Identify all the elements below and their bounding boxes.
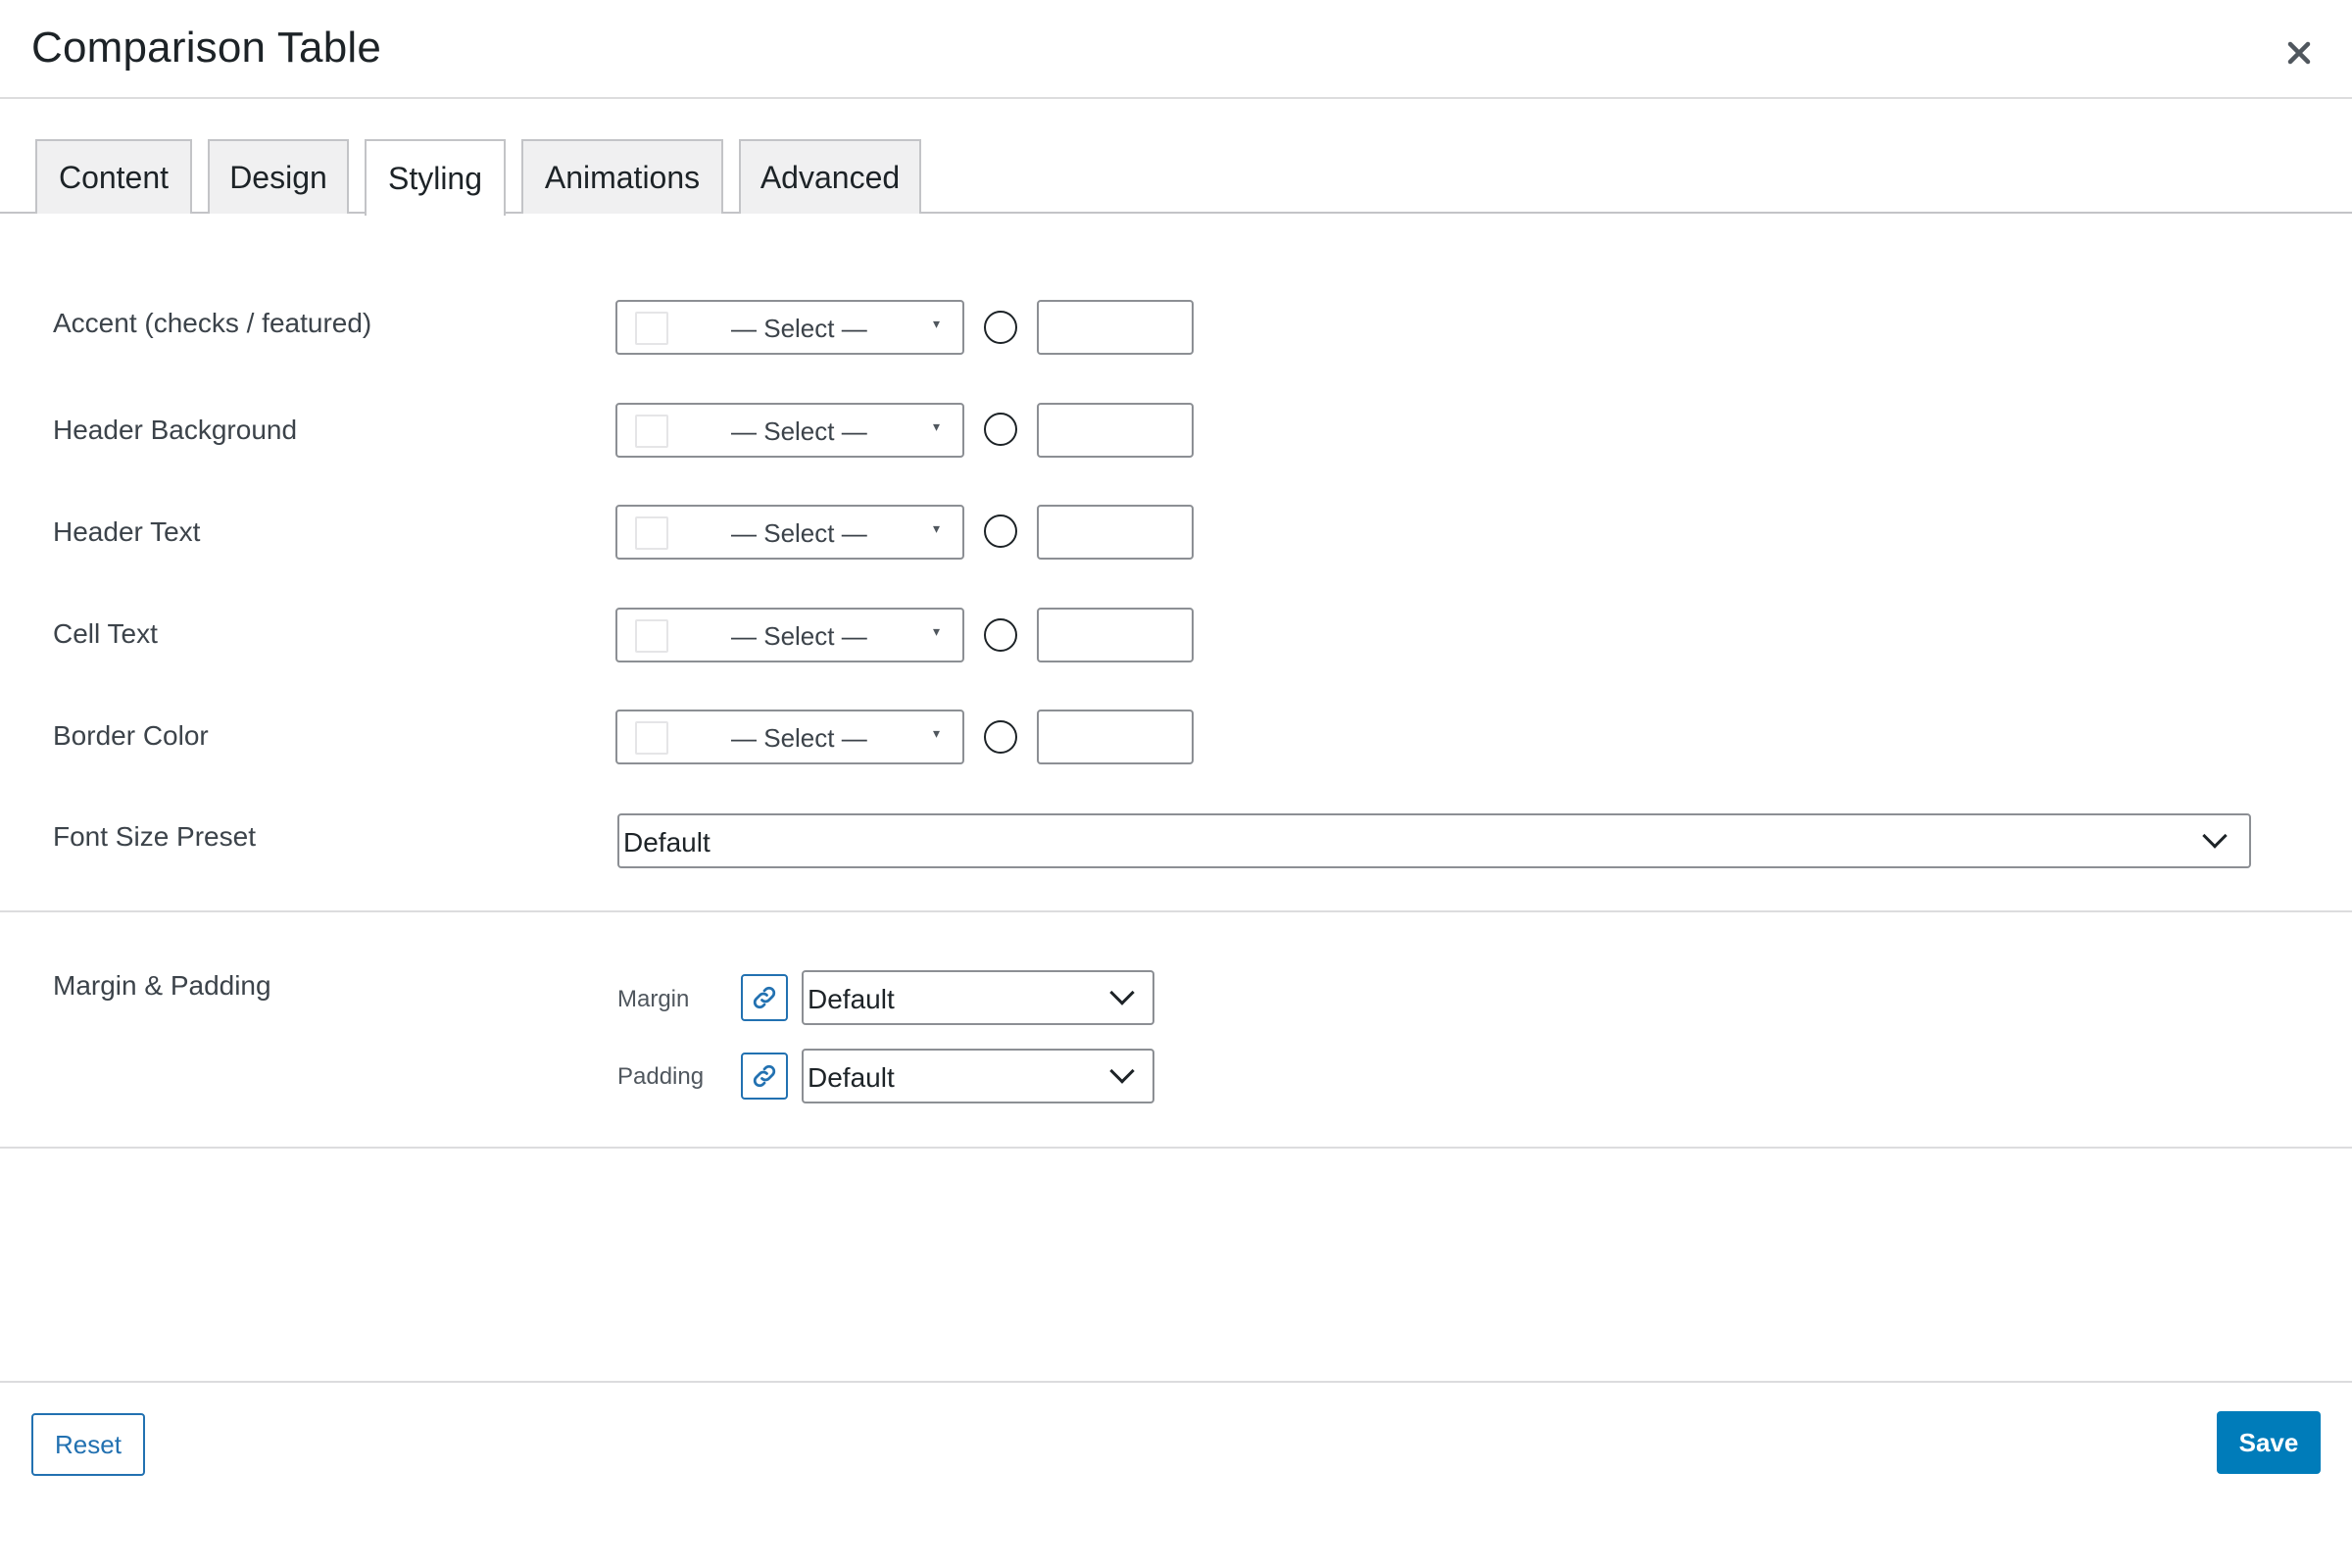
cell-text-hex-input[interactable] bbox=[1037, 608, 1194, 662]
select-placeholder: — Select — bbox=[731, 314, 867, 343]
caret-down-icon: ▾ bbox=[933, 623, 941, 639]
save-button[interactable]: Save bbox=[2217, 1411, 2321, 1474]
modal-dialog: Comparison Table Content Design Styling … bbox=[0, 0, 2352, 1568]
font-size-preset-label: Font Size Preset bbox=[53, 821, 256, 852]
header-background-select[interactable]: — Select — ▾ bbox=[615, 403, 964, 458]
header-background-hex-input[interactable] bbox=[1037, 403, 1194, 458]
margin-select[interactable]: Default bbox=[802, 970, 1154, 1025]
border-color-select[interactable]: — Select — ▾ bbox=[615, 710, 964, 764]
tab-label: Styling bbox=[387, 160, 483, 196]
modal-header: Comparison Table bbox=[0, 0, 2352, 99]
reset-button[interactable]: Reset bbox=[31, 1413, 145, 1476]
link-icon bbox=[753, 986, 776, 1009]
header-text-select[interactable]: — Select — ▾ bbox=[615, 505, 964, 560]
select-placeholder: — Select — bbox=[731, 621, 867, 651]
caret-down-icon: ▾ bbox=[933, 520, 941, 536]
section-divider bbox=[0, 910, 2352, 912]
color-swatch bbox=[635, 619, 668, 653]
tab-label: Animations bbox=[544, 159, 701, 195]
caret-down-icon: ▾ bbox=[933, 316, 941, 331]
color-swatch bbox=[635, 721, 668, 755]
accent-color-hex-input[interactable] bbox=[1037, 300, 1194, 355]
chevron-down-icon bbox=[1109, 1058, 1135, 1084]
select-placeholder: — Select — bbox=[731, 518, 867, 548]
border-color-label: Border Color bbox=[53, 720, 209, 751]
tab-advanced[interactable]: Advanced bbox=[739, 139, 921, 214]
padding-label: Padding bbox=[617, 1063, 705, 1090]
close-icon bbox=[2287, 41, 2311, 65]
tab-design[interactable]: Design bbox=[208, 139, 349, 214]
font-size-preset-value: Default bbox=[623, 827, 710, 858]
header-text-hex-input[interactable] bbox=[1037, 505, 1194, 560]
header-background-label: Header Background bbox=[53, 415, 298, 445]
padding-link-button[interactable] bbox=[741, 1053, 788, 1100]
border-color-hex-input[interactable] bbox=[1037, 710, 1194, 764]
accent-color-label: Accent (checks / featured) bbox=[53, 308, 372, 338]
tab-content[interactable]: Content bbox=[35, 139, 192, 214]
cell-text-label: Cell Text bbox=[53, 618, 158, 649]
caret-down-icon: ▾ bbox=[933, 725, 941, 741]
color-swatch bbox=[635, 516, 668, 550]
tab-label: Content bbox=[58, 159, 170, 195]
tab-styling[interactable]: Styling bbox=[365, 139, 506, 216]
cell-text-select[interactable]: — Select — ▾ bbox=[615, 608, 964, 662]
margin-padding-label: Margin & Padding bbox=[53, 970, 271, 1001]
color-swatch bbox=[635, 312, 668, 345]
link-icon bbox=[753, 1064, 776, 1088]
chevron-down-icon bbox=[2202, 823, 2228, 849]
cell-text-radio[interactable] bbox=[984, 618, 1017, 652]
select-placeholder: — Select — bbox=[731, 416, 867, 446]
tab-bar: Content Design Styling Animations Advanc… bbox=[0, 99, 2352, 216]
header-text-label: Header Text bbox=[53, 516, 201, 547]
header-text-radio[interactable] bbox=[984, 514, 1017, 548]
footer-divider bbox=[0, 1381, 2352, 1383]
padding-select[interactable]: Default bbox=[802, 1049, 1154, 1103]
font-size-preset-select[interactable]: Default bbox=[617, 813, 2251, 868]
accent-color-radio[interactable] bbox=[984, 311, 1017, 344]
tab-animations[interactable]: Animations bbox=[521, 139, 723, 214]
tab-label: Advanced bbox=[760, 159, 901, 195]
accent-color-select[interactable]: — Select — ▾ bbox=[615, 300, 964, 355]
modal-title: Comparison Table bbox=[31, 24, 382, 72]
margin-value: Default bbox=[808, 984, 895, 1014]
padding-value: Default bbox=[808, 1062, 895, 1093]
margin-label: Margin bbox=[617, 986, 690, 1012]
border-color-radio[interactable] bbox=[984, 720, 1017, 754]
margin-link-button[interactable] bbox=[741, 974, 788, 1021]
tab-label: Design bbox=[229, 159, 327, 195]
close-button[interactable] bbox=[2276, 29, 2323, 76]
header-background-radio[interactable] bbox=[984, 413, 1017, 446]
chevron-down-icon bbox=[1109, 980, 1135, 1005]
color-swatch bbox=[635, 415, 668, 448]
section-divider bbox=[0, 1147, 2352, 1149]
caret-down-icon: ▾ bbox=[933, 418, 941, 434]
select-placeholder: — Select — bbox=[731, 723, 867, 753]
